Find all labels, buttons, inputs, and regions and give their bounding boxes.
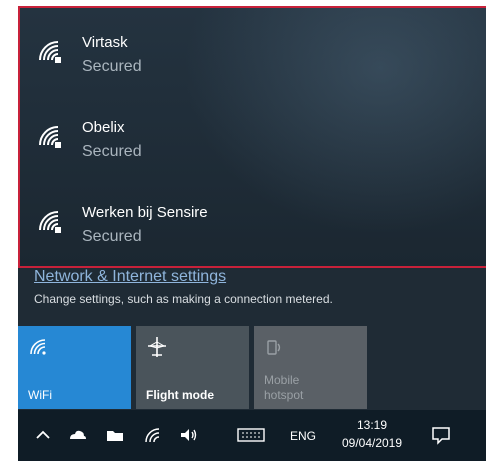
airplane-icon <box>146 336 168 358</box>
network-name: Obelix <box>82 119 125 136</box>
wifi-icon <box>28 336 50 358</box>
wifi-icon[interactable] <box>142 424 164 446</box>
network-item-obelix[interactable]: Obelix Secured <box>20 103 486 183</box>
network-internet-settings-link[interactable]: Network & Internet settings <box>34 268 226 286</box>
notification-icon[interactable] <box>430 424 452 446</box>
language-indicator[interactable]: ENG <box>290 429 316 443</box>
network-item-werken-bij-sensire[interactable]: Werken bij Sensire Secured <box>20 188 486 268</box>
network-status: Secured <box>82 58 142 75</box>
quick-actions: WiFi Flight mode Mobile hotspot <box>18 326 486 411</box>
cloud-icon[interactable] <box>66 424 88 446</box>
clock-time[interactable]: 13:19 <box>334 418 410 432</box>
network-flyout: Virtask Secured Obelix Secured Werken bi… <box>18 6 486 461</box>
volume-icon[interactable] <box>178 424 200 446</box>
network-settings-area: Network & Internet settings Change setti… <box>18 268 486 326</box>
taskbar: ENG 13:19 09/04/2019 <box>18 410 486 461</box>
network-name: Werken bij Sensire <box>82 204 208 221</box>
clock-date[interactable]: 09/04/2019 <box>334 436 410 450</box>
wifi-toggle-tile[interactable]: WiFi <box>18 326 131 409</box>
network-list: Virtask Secured Obelix Secured Werken bi… <box>18 6 486 268</box>
wifi-secured-icon <box>36 38 64 66</box>
wifi-secured-icon <box>36 123 64 151</box>
network-item-virtask[interactable]: Virtask Secured <box>20 18 486 98</box>
network-status: Secured <box>82 228 142 245</box>
mobile-hotspot-tile[interactable]: Mobile hotspot <box>254 326 367 409</box>
tile-label: Flight mode <box>146 388 214 402</box>
network-name: Virtask <box>82 34 128 51</box>
network-status: Secured <box>82 143 142 160</box>
tile-label: Mobile hotspot <box>264 373 304 402</box>
keyboard-icon[interactable] <box>236 424 266 446</box>
chevron-up-icon[interactable] <box>32 424 54 446</box>
tile-label: WiFi <box>28 388 52 402</box>
wifi-secured-icon <box>36 208 64 236</box>
hotspot-icon <box>264 336 286 358</box>
flight-mode-tile[interactable]: Flight mode <box>136 326 249 409</box>
folder-icon[interactable] <box>104 424 126 446</box>
network-settings-description: Change settings, such as making a connec… <box>34 292 333 306</box>
